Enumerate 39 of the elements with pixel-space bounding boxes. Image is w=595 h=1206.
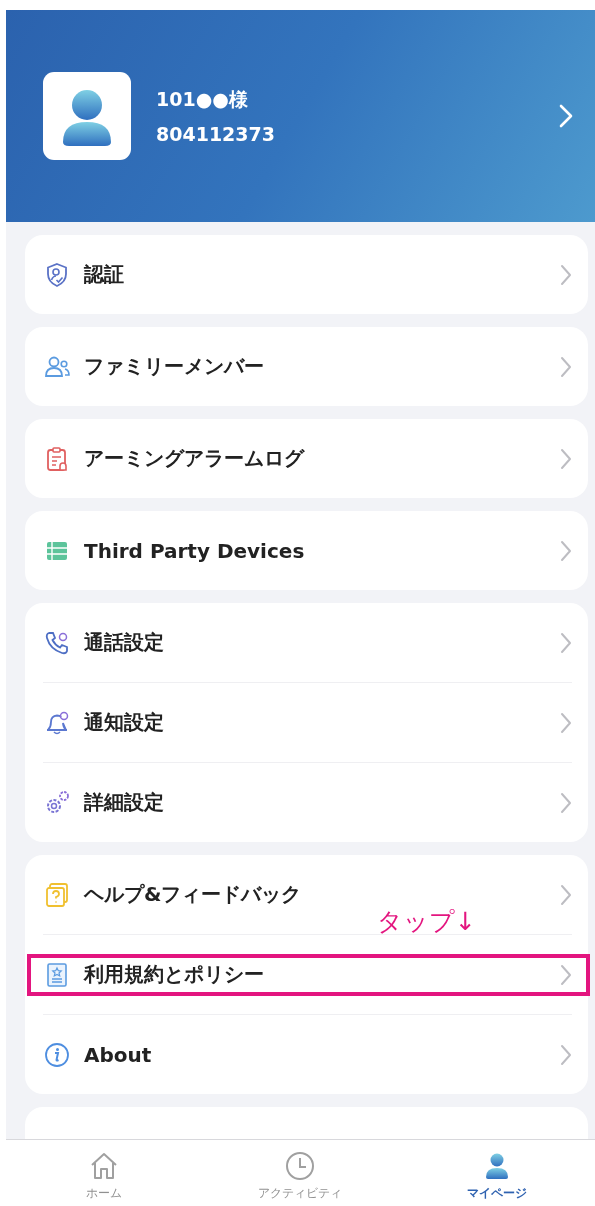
menu-item-label: 通話設定 [84, 629, 165, 656]
menu-item-label: アーミングアラームログ [84, 445, 306, 472]
menu-item[interactable]: アーミングアラームログ [25, 438, 588, 479]
chevron-icon [560, 447, 572, 470]
chevron-icon [560, 711, 572, 734]
profile-header[interactable]: 101●●様 804112373 [6, 10, 595, 222]
annotation-text: タップ↓ [377, 908, 476, 936]
chevron-icon [560, 263, 572, 286]
menu-item[interactable]: 通知設定 [25, 702, 588, 743]
chevron-icon [559, 104, 573, 128]
menu-item[interactable]: 詳細設定 [25, 782, 588, 823]
chevron-icon [560, 963, 572, 986]
menu-item-label: 認証 [84, 261, 125, 288]
menu-item-label: 利用規約とポリシー [84, 961, 265, 988]
clock-icon [284, 1150, 317, 1182]
account-number: 804112373 [156, 123, 276, 145]
menu-item[interactable]: About [25, 1034, 588, 1075]
chevron-icon [560, 791, 572, 814]
avatar-icon [43, 72, 131, 160]
menu-item[interactable]: Third Party Devices [25, 530, 588, 571]
menu-item-label: ヘルプ&フィードバック [84, 881, 303, 908]
menu-item-label: About [84, 1042, 153, 1067]
user-name: 101●●様 [156, 87, 249, 112]
chevron-icon [560, 631, 572, 654]
menu-item-label: 通知設定 [84, 709, 165, 736]
menu-item-label: 詳細設定 [84, 789, 165, 816]
chevron-icon [560, 883, 572, 906]
info-icon [43, 1040, 71, 1069]
menu-item[interactable]: 認証 [25, 254, 588, 295]
menu-item[interactable]: 利用規約とポリシー [25, 954, 588, 995]
chevron-icon [560, 539, 572, 562]
menu-item-label: Third Party Devices [84, 538, 306, 563]
menu-item[interactable]: ファミリーメンバー [25, 346, 588, 387]
tab[interactable]: マイページ [421, 1140, 572, 1206]
chevron-icon [560, 1043, 572, 1066]
menu-item[interactable]: 通話設定 [25, 622, 588, 663]
help-icon [43, 880, 71, 909]
menu-item-label: ファミリーメンバー [84, 353, 265, 380]
chevron-icon [560, 355, 572, 378]
